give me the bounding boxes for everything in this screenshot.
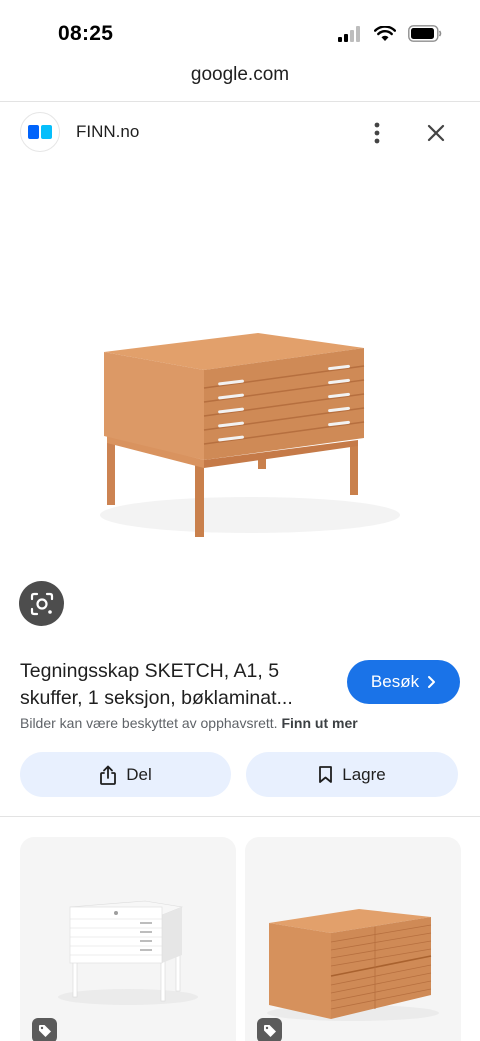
copyright-notice: Bilder kan være beskyttet av opphavsrett… (20, 715, 358, 731)
status-bar: 08:25 (0, 0, 480, 64)
finn-logo-icon[interactable] (20, 112, 60, 152)
status-icons (338, 25, 442, 42)
url-text: google.com (190, 64, 290, 85)
battery-icon (408, 25, 442, 42)
related-result-card[interactable] (20, 837, 236, 1041)
wifi-icon (374, 25, 396, 41)
result-title[interactable]: Tegningsskap SKETCH, A1, 5 skuffer, 1 se… (20, 658, 330, 712)
related-result-card[interactable] (245, 837, 461, 1041)
source-name[interactable]: FINN.no (76, 122, 139, 142)
share-icon (100, 765, 117, 785)
section-divider (0, 816, 480, 817)
copyright-text: Bilder kan være beskyttet av opphavsrett… (20, 715, 278, 731)
signal-icon (338, 25, 360, 42)
save-label: Lagre (342, 764, 386, 784)
lens-search-icon[interactable] (19, 581, 64, 626)
visit-label: Besøk (370, 672, 420, 691)
share-button[interactable]: Del (20, 752, 231, 797)
price-tag-icon (257, 1018, 282, 1041)
save-button[interactable]: Lagre (246, 752, 458, 797)
top-divider (0, 101, 480, 102)
url-bar[interactable]: google.com (0, 64, 480, 102)
chevron-right-icon (428, 676, 436, 688)
bookmark-icon (319, 766, 333, 783)
price-tag-icon (32, 1018, 57, 1041)
more-options-icon[interactable] (366, 120, 388, 146)
close-icon[interactable] (422, 119, 450, 147)
product-image[interactable] (0, 160, 480, 630)
source-row: FINN.no (0, 110, 480, 156)
related-product-image (267, 909, 439, 1021)
learn-more-link[interactable]: Finn ut mer (281, 715, 357, 731)
share-label: Del (126, 764, 152, 784)
visit-button[interactable]: Besøk (347, 660, 460, 704)
related-product-image (58, 900, 198, 1005)
status-time: 08:25 (58, 22, 114, 45)
